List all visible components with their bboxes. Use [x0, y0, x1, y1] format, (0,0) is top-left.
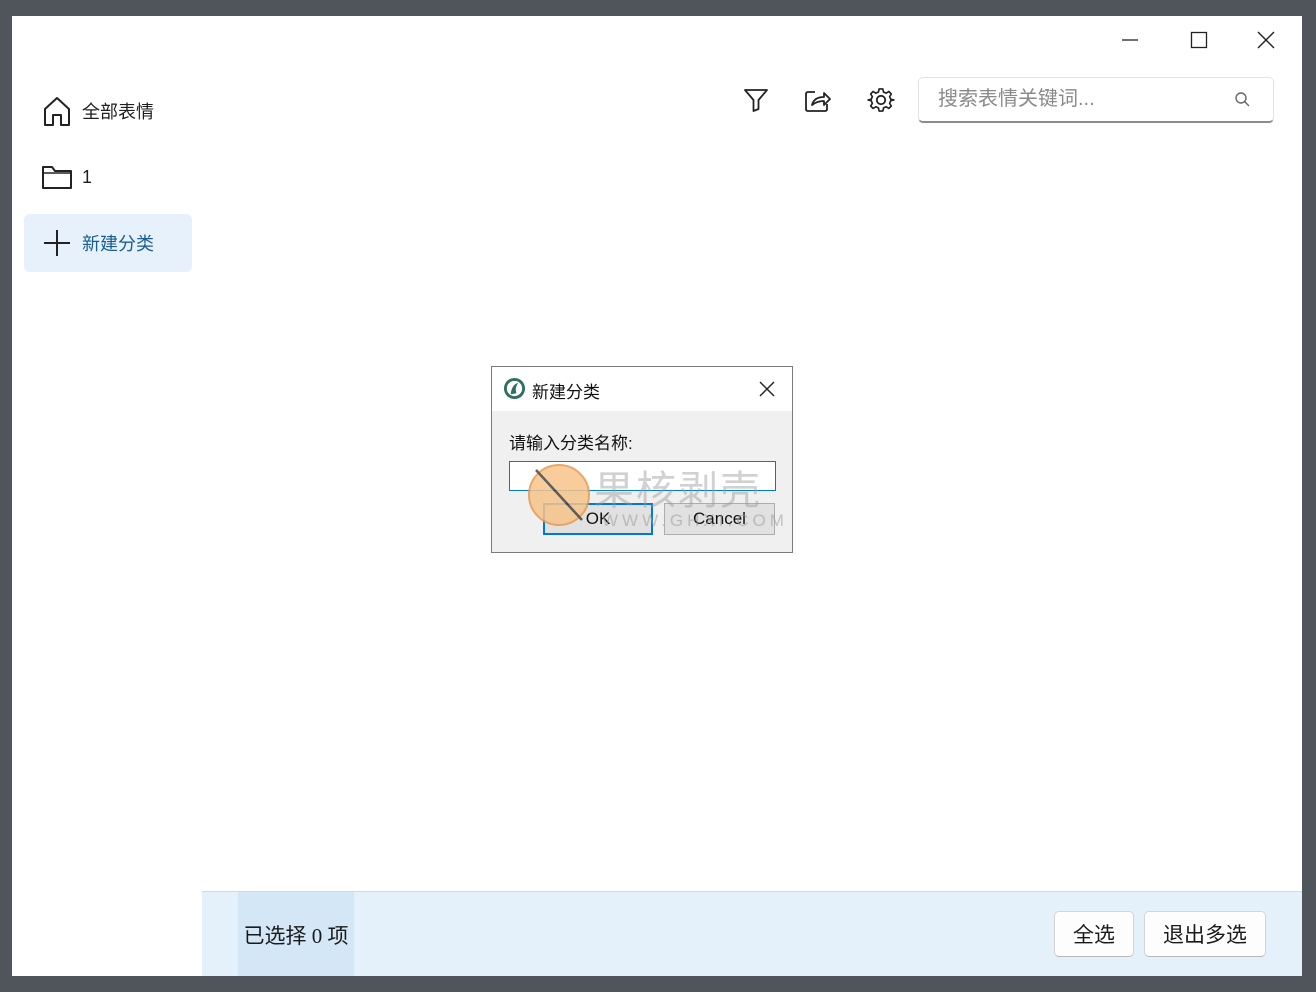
select-all-button[interactable]: 全选 — [1054, 911, 1134, 957]
close-icon — [759, 381, 775, 397]
minimize-icon — [1122, 39, 1138, 41]
selection-count: 已选择 0 项 — [238, 892, 354, 976]
share-button[interactable] — [796, 80, 840, 120]
maximize-icon — [1190, 31, 1208, 49]
close-button[interactable] — [1238, 24, 1294, 56]
maximize-button[interactable] — [1171, 24, 1227, 56]
sidebar-item-label: 新建分类 — [82, 234, 154, 254]
minimize-button[interactable] — [1102, 24, 1158, 56]
ok-button[interactable]: OK — [543, 503, 653, 535]
search-box[interactable] — [918, 77, 1274, 123]
gear-icon — [867, 88, 895, 112]
sidebar-item-label: 全部表情 — [82, 102, 154, 122]
sidebar-item-new-category[interactable]: 新建分类 — [24, 214, 192, 272]
settings-button[interactable] — [859, 80, 903, 120]
new-category-dialog: 新建分类 请输入分类名称: OK Cancel — [491, 366, 793, 553]
search-input[interactable] — [936, 87, 1233, 112]
dialog-title: 新建分类 — [532, 383, 600, 402]
plus-icon — [40, 226, 74, 260]
home-icon — [40, 94, 74, 128]
app-logo-icon — [503, 377, 526, 400]
category-name-input[interactable] — [509, 461, 776, 491]
close-icon — [1257, 31, 1275, 49]
multi-select-bar: 已选择 0 项 全选 退出多选 — [202, 891, 1302, 976]
dialog-prompt: 请输入分类名称: — [509, 434, 633, 453]
dialog-close-button[interactable] — [750, 374, 784, 404]
filter-button[interactable] — [734, 80, 778, 120]
sidebar-item-label: 1 — [82, 166, 93, 187]
filter-icon — [744, 89, 768, 112]
search-icon[interactable] — [1233, 90, 1253, 110]
share-icon — [805, 91, 831, 112]
folder-icon — [40, 160, 74, 194]
exit-multi-select-button[interactable]: 退出多选 — [1144, 911, 1266, 957]
dialog-titlebar: 新建分类 — [492, 367, 792, 411]
sidebar-item-folder-1[interactable]: 1 — [24, 148, 192, 206]
cancel-button[interactable]: Cancel — [664, 503, 775, 535]
sidebar-item-all-stickers[interactable]: 全部表情 — [24, 82, 192, 140]
